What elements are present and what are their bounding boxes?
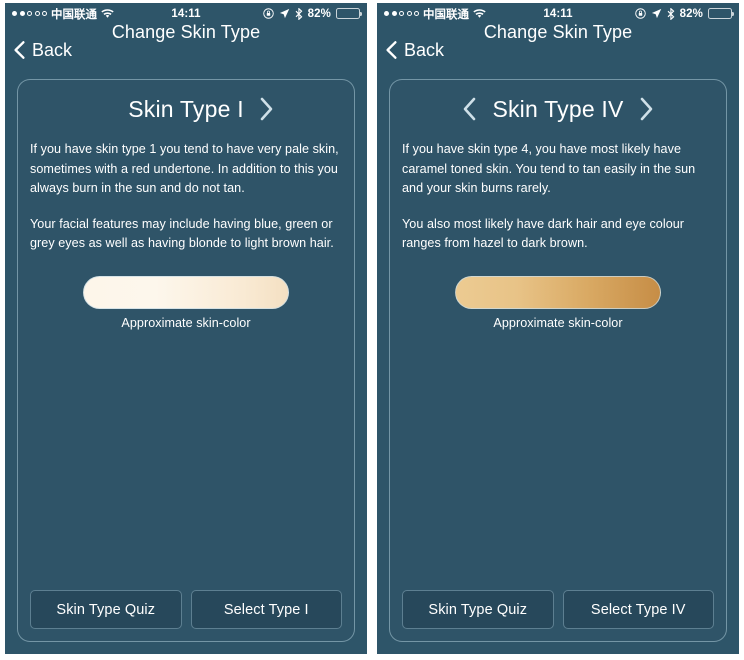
skin-type-card: Skin Type IV If you have skin type 4, yo… [389, 79, 727, 642]
status-bar-right: 82% [634, 6, 734, 21]
location-arrow-icon [279, 8, 290, 19]
next-skin-type-button[interactable] [638, 96, 655, 122]
card-action-row: Skin Type Quiz Select Type IV [402, 590, 714, 629]
skin-color-swatch [455, 275, 661, 309]
status-bar-left: 中国联通 [12, 6, 114, 22]
skin-type-description-2: You also most likely have dark hair and … [402, 216, 685, 251]
chevron-left-icon [13, 40, 26, 60]
card-spacer [402, 330, 714, 591]
bluetooth-icon [295, 6, 303, 21]
phone-screenshot-left: 中国联通 14:11 82% Back Change Skin Type Ski… [0, 0, 372, 660]
battery-percent-label: 82% [679, 7, 703, 20]
bluetooth-icon [667, 6, 675, 21]
battery-icon [336, 8, 362, 19]
chevron-left-icon [385, 40, 398, 60]
card-action-row: Skin Type Quiz Select Type I [30, 590, 342, 629]
status-bar-left: 中国联通 [384, 6, 486, 22]
select-type-button[interactable]: Select Type I [190, 590, 342, 629]
battery-icon [708, 8, 734, 19]
previous-skin-type-button[interactable] [461, 96, 478, 122]
back-button-label: Back [32, 39, 73, 60]
skin-type-quiz-button[interactable]: Skin Type Quiz [30, 590, 182, 629]
signal-strength-icon [12, 11, 47, 16]
skin-color-caption: Approximate skin-color [121, 315, 251, 330]
wifi-icon [101, 8, 114, 19]
skin-type-header: Skin Type IV [402, 80, 714, 138]
select-type-button[interactable]: Select Type IV [562, 590, 714, 629]
skin-type-card: Skin Type I If you have skin type 1 you … [17, 79, 355, 642]
navigation-bar: Back Change Skin Type [5, 22, 367, 68]
battery-percent-label: 82% [307, 7, 331, 20]
skin-type-header: Skin Type I [30, 80, 342, 138]
rotation-lock-icon [634, 8, 646, 19]
location-arrow-icon [651, 8, 662, 19]
skin-type-description-1: If you have skin type 4, you have most l… [402, 142, 696, 195]
skin-type-quiz-button[interactable]: Skin Type Quiz [402, 590, 554, 629]
status-bar-right: 82% [262, 6, 362, 21]
dual-screenshot-stage: 中国联通 14:11 82% Back Change Skin Type Ski… [0, 0, 744, 660]
skin-type-title: Skin Type I [128, 95, 244, 122]
back-button[interactable]: Back [13, 32, 72, 61]
skin-color-swatch-group: Approximate skin-color [402, 275, 714, 330]
skin-color-swatch-group: Approximate skin-color [30, 275, 342, 330]
carrier-name: 中国联通 [51, 8, 97, 21]
skin-color-swatch [83, 275, 289, 309]
app-screen: 中国联通 14:11 82% Back Change Skin Type Ski… [5, 3, 367, 654]
status-bar: 中国联通 14:11 82% [377, 3, 739, 24]
back-button[interactable]: Back [385, 32, 444, 61]
signal-strength-icon [384, 11, 419, 16]
status-bar: 中国联通 14:11 82% [5, 3, 367, 24]
navigation-bar: Back Change Skin Type [377, 22, 739, 68]
skin-type-description-2: Your facial features may include having … [30, 216, 334, 251]
skin-type-description-1: If you have skin type 1 you tend to have… [30, 142, 339, 195]
next-skin-type-button[interactable] [258, 96, 275, 122]
phone-screenshot-right: 中国联通 14:11 82% Back Change Skin Type Ski… [372, 0, 744, 660]
rotation-lock-icon [262, 8, 274, 19]
skin-type-title: Skin Type IV [492, 95, 624, 122]
card-spacer [30, 330, 342, 591]
back-button-label: Back [404, 39, 445, 60]
skin-color-caption: Approximate skin-color [493, 315, 623, 330]
wifi-icon [473, 8, 486, 19]
app-screen: 中国联通 14:11 82% Back Change Skin Type Ski… [377, 3, 739, 654]
carrier-name: 中国联通 [423, 8, 469, 21]
